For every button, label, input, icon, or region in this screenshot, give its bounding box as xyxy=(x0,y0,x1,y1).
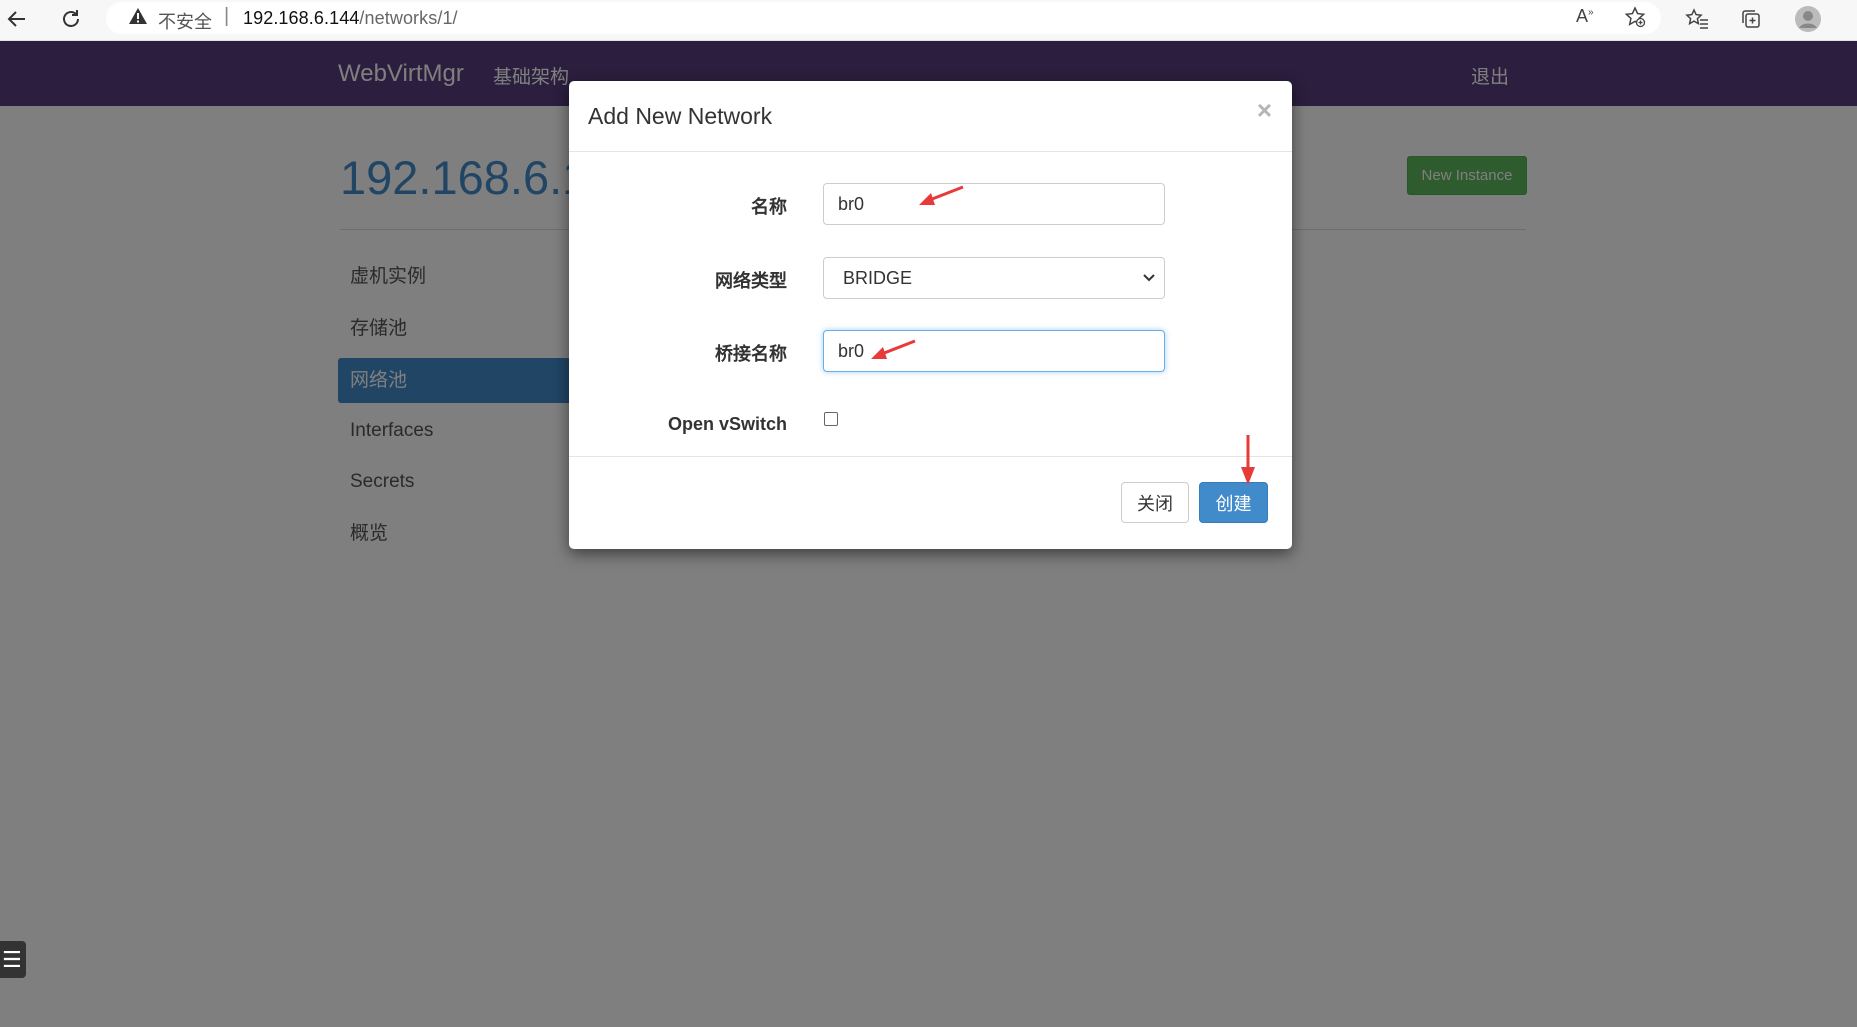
floating-menu-icon[interactable]: ☰ xyxy=(0,941,26,978)
annotation-arrow-name xyxy=(919,185,964,205)
modal-header: Add New Network × xyxy=(569,81,1292,152)
collections-icon[interactable] xyxy=(1736,4,1766,34)
address-separator: | xyxy=(224,5,230,27)
annotation-arrow-create xyxy=(1241,435,1255,485)
url-text[interactable]: 192.168.6.144/networks/1/ xyxy=(243,8,458,29)
add-favorite-icon[interactable] xyxy=(1624,6,1646,34)
network-type-value: BRIDGE xyxy=(843,268,913,288)
browser-toolbar: 不安全 | 192.168.6.144/networks/1/ A» xyxy=(0,0,1857,41)
name-label: 名称 xyxy=(751,197,787,217)
address-bar[interactable]: 不安全 | 192.168.6.144/networks/1/ A» xyxy=(106,2,1661,34)
warning-icon[interactable] xyxy=(128,6,148,32)
open-vswitch-label: Open vSwitch xyxy=(667,414,787,434)
add-network-modal: Add New Network × 名称 br0 网络类型 BRIDGE 桥接名… xyxy=(569,81,1292,549)
reload-icon[interactable] xyxy=(56,4,86,34)
favorites-icon[interactable] xyxy=(1682,4,1712,34)
close-button[interactable]: 关闭 xyxy=(1121,482,1189,523)
create-button[interactable]: 创建 xyxy=(1199,482,1268,523)
url-path: /networks/1/ xyxy=(359,8,458,28)
name-input[interactable]: br0 xyxy=(823,183,1165,225)
annotation-arrow-bridge xyxy=(871,339,916,359)
modal-footer: 关闭 创建 xyxy=(569,456,1292,550)
close-icon[interactable]: × xyxy=(1257,95,1272,126)
open-vswitch-checkbox[interactable] xyxy=(824,412,838,426)
bridge-name-label: 桥接名称 xyxy=(715,344,787,364)
modal-title: Add New Network xyxy=(588,103,773,129)
back-icon[interactable] xyxy=(2,4,32,34)
network-type-label: 网络类型 xyxy=(715,271,787,291)
read-aloud-icon[interactable]: A» xyxy=(1576,6,1594,27)
url-host: 192.168.6.144 xyxy=(243,8,360,28)
security-status[interactable]: 不安全 xyxy=(158,8,212,34)
profile-avatar-icon[interactable] xyxy=(1793,4,1823,34)
network-type-select[interactable]: BRIDGE xyxy=(823,257,1165,299)
chevron-down-icon xyxy=(1142,258,1156,314)
